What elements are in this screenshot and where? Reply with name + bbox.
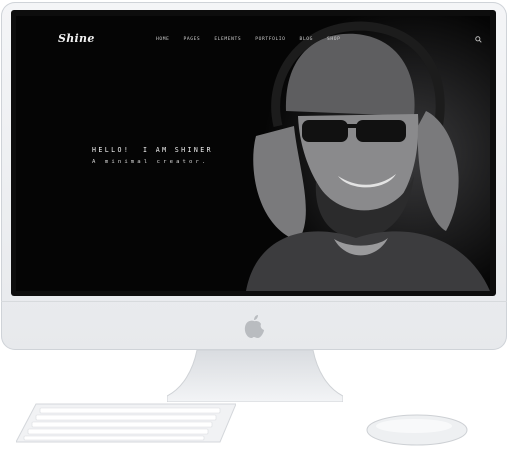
hero-subtitle: A minimal creator. (92, 159, 209, 165)
apple-logo-icon (244, 315, 264, 338)
main-nav: HOME PAGES ELEMENTS PORTFOLIO BLOG SHOP (156, 37, 340, 42)
nav-item-shop[interactable]: SHOP (327, 37, 340, 42)
hero-photo (16, 16, 490, 291)
chin-divider (1, 301, 507, 302)
nav-item-elements[interactable]: ELEMENTS (214, 37, 241, 42)
keyboard (16, 403, 236, 443)
nav-item-portfolio[interactable]: PORTFOLIO (255, 37, 285, 42)
nav-item-home[interactable]: HOME (156, 37, 169, 42)
site-logo[interactable]: Shine (58, 32, 95, 45)
nav-item-pages[interactable]: PAGES (183, 37, 200, 42)
imac-stand (167, 350, 343, 402)
website-screen: Shine HOME PAGES ELEMENTS PORTFOLIO BLOG… (16, 16, 490, 291)
nav-item-blog[interactable]: BLOG (300, 37, 313, 42)
hero-title: HELLO! I AM SHINER (92, 146, 214, 154)
search-icon[interactable] (475, 36, 482, 43)
magic-mouse (366, 414, 468, 446)
